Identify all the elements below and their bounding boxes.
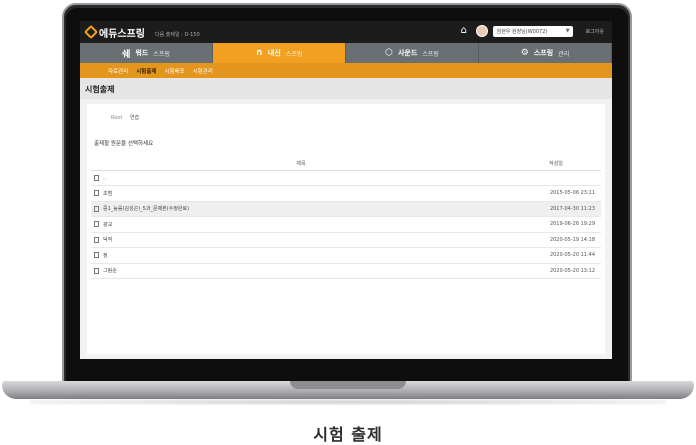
table-row[interactable]: 그림순 2020-05-20 13:12	[91, 263, 601, 279]
file-icon	[94, 221, 99, 228]
file-icon	[94, 174, 99, 181]
table-row[interactable]: 정 2020-05-20 11:44	[91, 247, 601, 264]
row-date: 2019-06-26 19:29	[511, 216, 601, 233]
row-title[interactable]: 광교	[103, 222, 112, 228]
row-title[interactable]: 초범	[103, 191, 112, 197]
caption: 시험 출제	[313, 425, 383, 444]
root-row: Root 연습	[91, 114, 601, 121]
nav-icon: 쉐	[122, 49, 131, 60]
nav-label: 내신	[267, 49, 281, 57]
row-title-cell: 광교	[91, 216, 511, 233]
row-title-cell: 중1_능률(김성곤)_5과_문제본(수정완료)	[91, 201, 511, 217]
row-title[interactable]: 정	[103, 253, 108, 259]
row-date: 2015-05-06 23:11	[511, 185, 601, 202]
top-right-controls: ⌂ 임현우 원장님(W0072) ▼ 로그아웃	[461, 25, 604, 37]
root-value[interactable]: 연습	[130, 115, 139, 121]
nav-label: 워드	[135, 49, 149, 57]
next-exam-badge: 다음 출제일 : D-150	[155, 32, 200, 38]
top-bar: 에듀스프링 다음 출제일 : D-150 ⌂ 임현우 원장님(W0072) ▼ …	[80, 21, 612, 43]
nav-icon: ⬡	[385, 48, 393, 58]
sub-nav: 자료관리 시험출제 시험배포 시험관리	[80, 63, 612, 78]
table-row[interactable]: 덕적 2020-05-19 14:18	[91, 232, 601, 248]
row-title-cell: ..	[91, 170, 511, 186]
avatar[interactable]	[475, 25, 488, 37]
nav-sublabel: 스프링	[285, 50, 303, 58]
laptop-screen: 에듀스프링 다음 출제일 : D-150 ⌂ 임현우 원장님(W0072) ▼ …	[80, 21, 612, 359]
laptop-notch	[290, 381, 406, 389]
row-title-cell: 그림순	[91, 263, 511, 279]
user-select-value: 임현우 원장님(W0072)	[496, 28, 548, 35]
subnav-item[interactable]: 시험관리	[193, 67, 213, 75]
row-title[interactable]: 중1_능률(김성곤)_5과_문제본(수정완료)	[103, 206, 189, 212]
file-icon	[94, 267, 99, 274]
nav-sublabel: 관리	[558, 50, 570, 58]
nav-icon: ⚙	[520, 48, 529, 58]
nav-item[interactable]: ⚙ 스프링 관리	[479, 43, 612, 63]
nav-label: 사운드	[397, 49, 418, 57]
row-date: 2020-05-20 13:12	[511, 263, 601, 279]
table-header: 제목 작성일	[91, 158, 601, 171]
row-date: 2020-05-20 11:44	[511, 247, 601, 264]
root-label: Root	[111, 115, 123, 121]
nav-item[interactable]: 쉐 워드 스프링	[80, 43, 213, 63]
row-title[interactable]: 덕적	[103, 237, 112, 243]
home-icon[interactable]: ⌂	[461, 26, 471, 36]
document-table: 제목 작성일 .. 초범 2015-05-06 23:11 중1_능률(김성곤)_5과…	[91, 158, 601, 279]
row-title-cell: 초범	[91, 185, 511, 202]
row-date	[511, 170, 601, 186]
file-icon	[94, 190, 99, 197]
table-row[interactable]: 광교 2019-06-26 19:29	[91, 216, 601, 233]
nav-item[interactable]: ∩ 내신 스프링	[213, 43, 346, 63]
table-row[interactable]: 초범 2015-05-06 23:11	[91, 185, 601, 202]
nav-label: 스프링	[533, 49, 554, 57]
table-row[interactable]: ..	[91, 170, 601, 186]
nav-sublabel: 스프링	[422, 50, 439, 58]
logo-text: 에듀스프링	[99, 28, 145, 40]
main-nav: 쉐 워드 스프링 ∩ 내신 스프링 ⬡ 사운드 스프링 ⚙ 스프링 관리	[80, 43, 612, 63]
instruction-text: 출제할 원문을 선택하세요	[94, 141, 154, 147]
file-icon	[94, 205, 99, 212]
nav-icon: ∩	[255, 48, 263, 58]
nav-sublabel: 스프링	[153, 50, 170, 58]
row-title-cell: 정	[91, 247, 511, 264]
row-date: 2020-05-19 14:18	[511, 232, 601, 248]
chevron-down-icon: ▼	[565, 27, 570, 34]
nav-item[interactable]: ⬡ 사운드 스프링	[346, 43, 479, 63]
page-title: 시험출제	[80, 78, 612, 99]
subnav-item[interactable]: 시험배포	[165, 67, 185, 75]
row-date: 2017-04-30 11:23	[511, 201, 601, 217]
subnav-item[interactable]: 자료관리	[108, 67, 128, 75]
main-content: Root 연습 출제할 원문을 선택하세요 제목 작성일 .. 초범 2015-05…	[80, 99, 612, 359]
row-title[interactable]: ..	[103, 175, 106, 181]
column-header-date: 작성일	[511, 158, 601, 171]
file-icon	[94, 252, 99, 259]
laptop-shadow	[30, 399, 666, 405]
row-title-cell: 덕적	[91, 232, 511, 248]
logout-link[interactable]: 로그아웃	[586, 28, 604, 35]
app-logo[interactable]: 에듀스프링	[83, 24, 145, 40]
file-icon	[94, 236, 99, 243]
subnav-item[interactable]: 시험출제	[136, 67, 156, 75]
table-row[interactable]: 중1_능률(김성곤)_5과_문제본(수정완료) 2017-04-30 11:23	[91, 201, 601, 217]
user-select[interactable]: 임현우 원장님(W0072) ▼	[492, 25, 573, 37]
content-card: Root 연습 출제할 원문을 선택하세요 제목 작성일 .. 초범 2015-05…	[87, 104, 605, 354]
row-title[interactable]: 그림순	[103, 268, 117, 274]
logo-icon	[83, 24, 99, 40]
column-header-title: 제목	[91, 158, 511, 171]
